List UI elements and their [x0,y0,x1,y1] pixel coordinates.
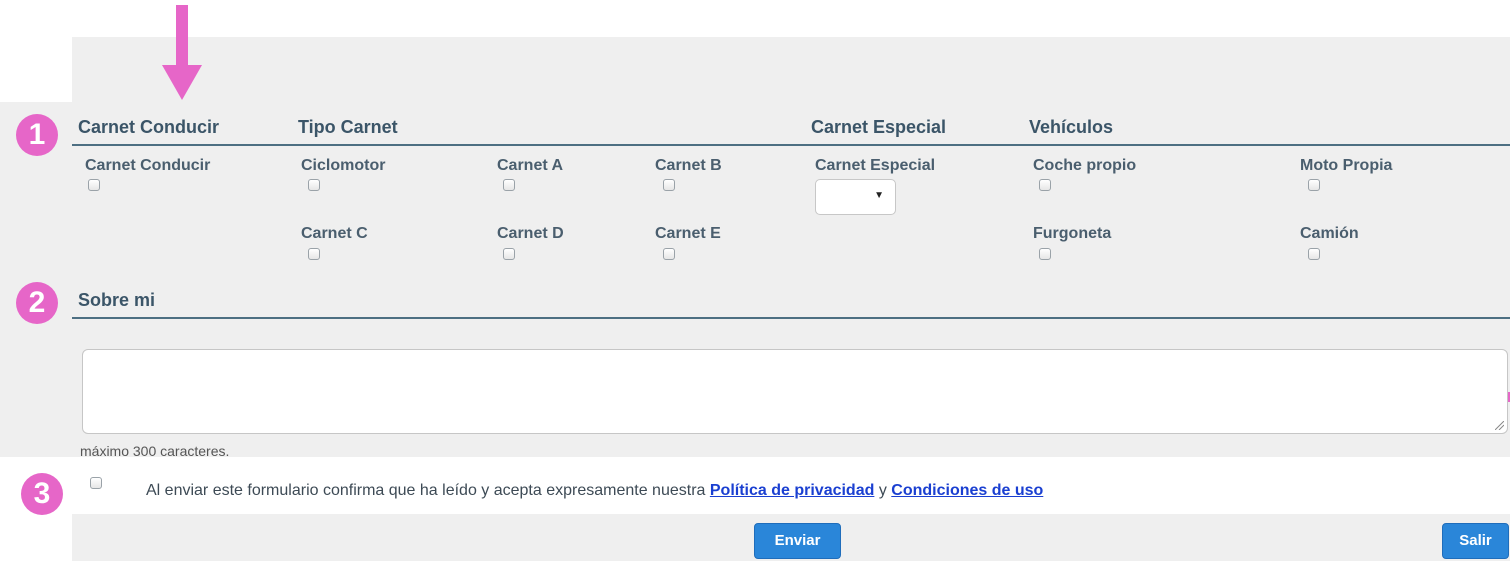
step-badge-1: 1 [16,114,58,156]
step-badge-3: 3 [21,473,63,515]
checkbox-coche-propio[interactable] [1039,179,1051,191]
label-carnet-b: Carnet B [655,157,722,174]
label-carnet-especial: Carnet Especial [815,157,936,174]
checkbox-carnet-a[interactable] [503,179,515,191]
checkbox-consent[interactable] [90,477,102,489]
consent-text: Al enviar este formulario confirma que h… [146,482,1043,500]
privacy-policy-link[interactable]: Política de privacidad [710,482,875,499]
consent-and: y [878,482,887,499]
step-badge-2: 2 [16,282,58,324]
header-carnet-especial: Carnet Especial [811,117,947,137]
checkbox-ciclomotor[interactable] [308,179,320,191]
checkbox-carnet-conducir[interactable] [88,179,100,191]
checkbox-carnet-d[interactable] [503,248,515,260]
checkbox-moto-propia[interactable] [1308,179,1320,191]
terms-of-use-link[interactable]: Condiciones de uso [891,482,1043,499]
char-limit-hint: máximo 300 caracteres. [80,443,230,459]
panel-notch [0,37,72,102]
label-carnet-conducir: Carnet Conducir [85,157,211,174]
sobre-mi-divider [72,317,1510,319]
checkbox-carnet-b[interactable] [663,179,675,191]
label-carnet-e: Carnet E [655,225,721,242]
consent-label: Al enviar este formulario confirma que h… [146,482,706,499]
header-sobre-mi: Sobre mi [78,290,156,310]
label-carnet-a: Carnet A [497,157,564,174]
section-divider [72,144,1510,146]
label-carnet-d: Carnet D [497,225,564,242]
header-tipo-carnet: Tipo Carnet [298,117,398,137]
checkbox-carnet-e[interactable] [663,248,675,260]
label-camion: Camión [1300,225,1359,242]
sobre-mi-textarea[interactable] [82,349,1508,434]
checkbox-furgoneta[interactable] [1039,248,1051,260]
checkbox-camion[interactable] [1308,248,1320,260]
label-carnet-c: Carnet C [301,225,368,242]
label-ciclomotor: Ciclomotor [301,157,386,174]
exit-button[interactable]: Salir [1442,523,1509,559]
header-carnet-conducir: Carnet Conducir [78,117,220,137]
header-vehiculos: Vehículos [1029,117,1114,137]
submit-button[interactable]: Enviar [754,523,841,559]
arrow-down-icon [162,5,202,100]
checkbox-carnet-c[interactable] [308,248,320,260]
label-moto-propia: Moto Propia [1300,157,1393,174]
resize-handle-icon[interactable] [1495,421,1504,430]
label-furgoneta: Furgoneta [1033,225,1112,242]
caret-down-icon: ▼ [874,190,884,201]
carnet-especial-select[interactable]: ▼ [815,179,896,215]
label-coche-propio: Coche propio [1033,157,1137,174]
